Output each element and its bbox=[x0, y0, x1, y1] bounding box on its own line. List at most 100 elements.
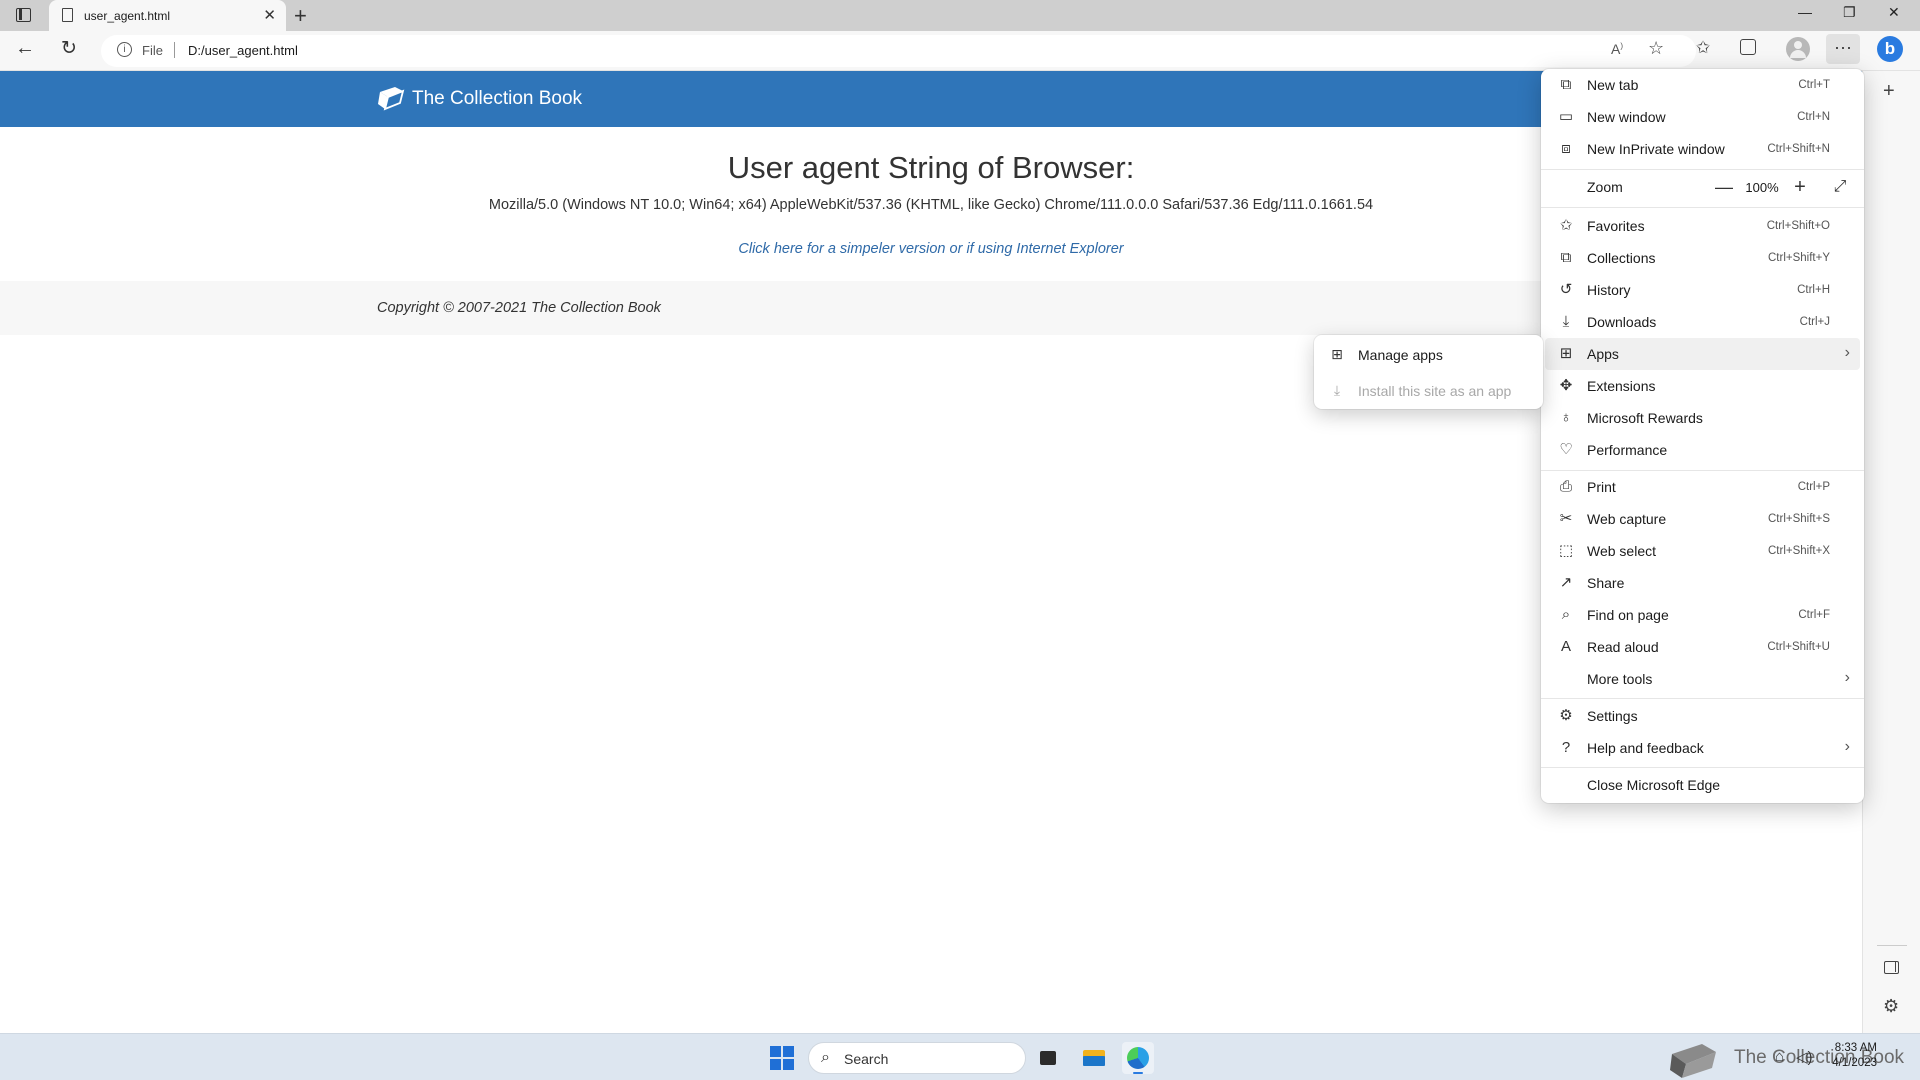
menu-label: Find on page bbox=[1587, 607, 1669, 623]
menu-separator bbox=[1541, 767, 1864, 768]
menu-shortcut: Ctrl+Shift+X bbox=[1768, 545, 1830, 557]
menu-item-performance[interactable]: ♡ Performance bbox=[1545, 434, 1860, 466]
hide-sidebar-icon[interactable] bbox=[1884, 961, 1899, 974]
menu-item-read-aloud[interactable]: A Read aloud Ctrl+Shift+U bbox=[1545, 631, 1860, 663]
menu-label: Favorites bbox=[1587, 218, 1645, 234]
clock-date[interactable]: 4/1/2023 bbox=[1826, 1057, 1877, 1069]
menu-item-new-inprivate-window[interactable]: ⧈ New InPrivate window Ctrl+Shift+N bbox=[1545, 133, 1860, 165]
menu-shortcut: Ctrl+Shift+Y bbox=[1768, 252, 1830, 264]
menu-item-new-tab[interactable]: ⧉ New tab Ctrl+T bbox=[1545, 69, 1860, 101]
menu-item-history[interactable]: ↺ History Ctrl+H bbox=[1545, 274, 1860, 306]
close-tab-icon[interactable]: ✕ bbox=[263, 6, 276, 24]
menu-shortcut: Ctrl+T bbox=[1798, 79, 1830, 91]
menu-label: Apps bbox=[1587, 346, 1619, 362]
extensions-icon: ✥ bbox=[1559, 377, 1573, 394]
minimize-button[interactable]: — bbox=[1798, 4, 1812, 20]
url-field[interactable]: D:/user_agent.html bbox=[188, 43, 298, 58]
sidebar-settings-icon[interactable]: ⚙ bbox=[1883, 996, 1899, 1017]
back-button[interactable]: ← bbox=[15, 37, 35, 60]
menu-item-apps[interactable]: ⊞ Apps › bbox=[1545, 338, 1860, 370]
menu-item-close-microsoft-edge[interactable]: Close Microsoft Edge bbox=[1545, 769, 1860, 801]
tab-actions-icon[interactable] bbox=[16, 8, 31, 22]
collections-icon[interactable] bbox=[1740, 39, 1756, 55]
network-icon[interactable]: ⌂ bbox=[1775, 1048, 1784, 1065]
menu-item-microsoft-rewards[interactable]: ♁ Microsoft Rewards bbox=[1545, 402, 1860, 434]
menu-label: More tools bbox=[1587, 671, 1653, 687]
restore-button[interactable]: ❐ bbox=[1843, 4, 1856, 21]
search-icon: ⌕ bbox=[821, 1049, 830, 1066]
menu-label: New tab bbox=[1587, 77, 1639, 93]
chevron-right-icon: › bbox=[1844, 344, 1850, 361]
taskbar-search[interactable]: ⌕ Search bbox=[808, 1042, 1026, 1074]
menu-label: Web capture bbox=[1587, 511, 1667, 527]
favorites-icon[interactable]: ✩ bbox=[1696, 38, 1710, 58]
profile-avatar[interactable] bbox=[1786, 37, 1810, 61]
menu-item-collections[interactable]: ⧉ Collections Ctrl+Shift+Y bbox=[1545, 242, 1860, 274]
menu-item-help-and-feedback[interactable]: ? Help and feedback › bbox=[1545, 732, 1860, 764]
menu-item-new-window[interactable]: ▭ New window Ctrl+N bbox=[1545, 101, 1860, 133]
menu-shortcut: Ctrl+Shift+N bbox=[1767, 143, 1830, 155]
file-explorer-icon[interactable] bbox=[1078, 1042, 1110, 1074]
info-icon[interactable]: i bbox=[117, 42, 132, 57]
zoom-out-button[interactable]: — bbox=[1709, 173, 1739, 201]
menu-item-extensions[interactable]: ✥ Extensions bbox=[1545, 370, 1860, 402]
menu-item-favorites[interactable]: ✩ Favorites Ctrl+Shift+O bbox=[1545, 210, 1860, 242]
chevron-right-icon: › bbox=[1844, 738, 1850, 755]
menu-label: History bbox=[1587, 282, 1631, 298]
new-tab-button[interactable]: + bbox=[294, 3, 307, 29]
edge-taskbar-icon[interactable] bbox=[1122, 1042, 1154, 1074]
bing-chat-icon[interactable]: b bbox=[1877, 36, 1903, 62]
menu-item-downloads[interactable]: ⤓ Downloads Ctrl+J bbox=[1545, 306, 1860, 338]
clock-time[interactable]: 8:33 AM bbox=[1833, 1042, 1877, 1054]
menu-shortcut: Ctrl+N bbox=[1797, 111, 1830, 123]
sidebar-divider bbox=[1877, 945, 1907, 946]
tab-active[interactable]: user_agent.html ✕ bbox=[49, 0, 286, 31]
menu-label: New window bbox=[1587, 109, 1666, 125]
address-bar[interactable] bbox=[101, 35, 1696, 67]
toolbar: ← ↻ i File D:/user_agent.html A) ☆ ✩ ···… bbox=[0, 31, 1920, 71]
favorites-icon: ✩ bbox=[1559, 217, 1573, 234]
fullscreen-icon[interactable]: ⤢ bbox=[1825, 173, 1855, 201]
menu-item-share[interactable]: ↗ Share bbox=[1545, 567, 1860, 599]
apps-submenu: ⊞ Manage apps ⤓ Install this site as an ap… bbox=[1314, 335, 1543, 409]
read-aloud-icon[interactable]: A) bbox=[1611, 41, 1623, 57]
address-scheme-label: File bbox=[142, 43, 163, 58]
add-favorite-icon[interactable]: ☆ bbox=[1648, 38, 1664, 59]
new-window-icon: ▭ bbox=[1558, 108, 1574, 125]
start-button[interactable] bbox=[770, 1046, 794, 1070]
task-view-icon[interactable] bbox=[1032, 1042, 1064, 1074]
submenu-label: Manage apps bbox=[1358, 347, 1443, 363]
menu-item-print[interactable]: ⎙ Print Ctrl+P bbox=[1545, 471, 1860, 503]
add-sidebar-item-icon[interactable]: + bbox=[1883, 80, 1895, 103]
title-bar: user_agent.html ✕ + — ❐ ✕ bbox=[0, 0, 1920, 31]
menu-label: Downloads bbox=[1587, 314, 1657, 330]
menu-item-settings[interactable]: ⚙ Settings bbox=[1545, 700, 1860, 732]
tab-title: user_agent.html bbox=[84, 9, 171, 23]
settings-icon: ⚙ bbox=[1559, 707, 1573, 724]
menu-item-web-select[interactable]: ⬚ Web select Ctrl+Shift+X bbox=[1545, 535, 1860, 567]
book-watermark-icon bbox=[1670, 1044, 1716, 1078]
find-icon: ⌕ bbox=[1561, 606, 1571, 623]
site-brand[interactable]: The Collection Book bbox=[412, 88, 582, 110]
menu-item-more-tools[interactable]: More tools › bbox=[1545, 663, 1860, 695]
volume-icon[interactable]: ◁) bbox=[1796, 1048, 1813, 1066]
menu-label: Settings bbox=[1587, 708, 1638, 724]
refresh-button[interactable]: ↻ bbox=[61, 37, 77, 60]
chevron-right-icon: › bbox=[1844, 669, 1850, 686]
menu-item-find-on-page[interactable]: ⌕ Find on page Ctrl+F bbox=[1545, 599, 1860, 631]
book-logo-icon bbox=[378, 87, 405, 111]
web-capture-icon: ✂ bbox=[1559, 510, 1573, 527]
menu-label: Performance bbox=[1587, 442, 1668, 458]
zoom-in-button[interactable]: + bbox=[1785, 173, 1815, 201]
file-page-icon bbox=[62, 8, 73, 22]
read-aloud-icon: A bbox=[1560, 638, 1571, 655]
zoom-level: 100% bbox=[1745, 180, 1779, 195]
close-window-button[interactable]: ✕ bbox=[1888, 4, 1900, 21]
settings-and-more-button[interactable]: ··· bbox=[1826, 34, 1860, 64]
new-tab-icon: ⧉ bbox=[1560, 76, 1572, 93]
submenu-item-manage-apps[interactable]: ⊞ Manage apps bbox=[1318, 339, 1539, 371]
menu-label: Web select bbox=[1587, 543, 1656, 559]
print-icon: ⎙ bbox=[1559, 478, 1572, 495]
menu-shortcut: Ctrl+J bbox=[1799, 316, 1830, 328]
menu-item-web-capture[interactable]: ✂ Web capture Ctrl+Shift+S bbox=[1545, 503, 1860, 535]
